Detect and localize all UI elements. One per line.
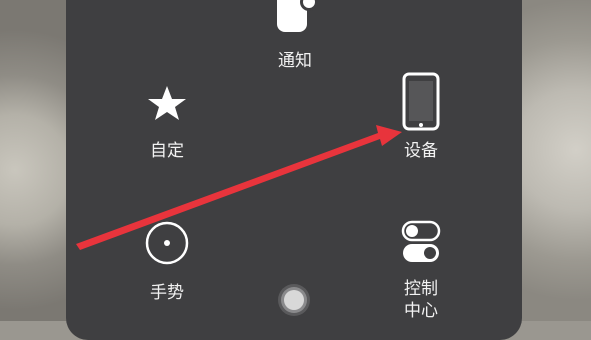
control-center-label-line2: 中心	[404, 301, 438, 321]
custom-label: 自定	[150, 141, 184, 161]
gestures-label: 手势	[150, 283, 184, 303]
tablet-device-icon	[402, 72, 440, 131]
home-button-icon	[278, 284, 310, 316]
background-right	[511, 0, 591, 321]
gesture-circle-icon	[145, 221, 189, 265]
device-label: 设备	[404, 141, 438, 161]
notification-icon	[277, 0, 318, 32]
menu-item-device[interactable]: 设备	[396, 72, 446, 162]
toggle-switches-icon	[401, 220, 441, 262]
notifications-label: 通知	[278, 51, 312, 71]
menu-item-custom[interactable]: 自定	[142, 84, 192, 162]
menu-item-home[interactable]	[274, 282, 314, 318]
star-icon	[148, 86, 186, 120]
menu-item-notifications[interactable]: 通知	[270, 0, 320, 72]
menu-item-control-center[interactable]: 控制 中心	[396, 220, 446, 322]
control-center-label-line1: 控制	[404, 279, 438, 299]
menu-item-gestures[interactable]: 手势	[142, 220, 192, 304]
